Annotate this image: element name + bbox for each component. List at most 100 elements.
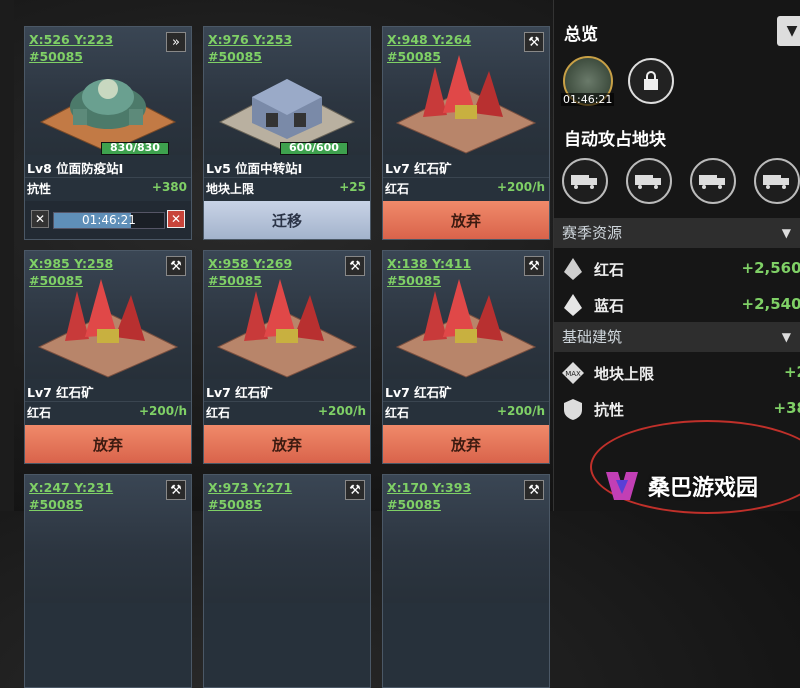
resource-label: 红石	[594, 259, 624, 280]
upgrade-timer-row: ✕ 01:46:21 ✕	[25, 201, 191, 239]
watermark-logo	[602, 466, 642, 506]
hero-timer: 01:46:21	[561, 93, 614, 106]
timer-text: 01:46:21	[54, 213, 164, 228]
coordinate-link[interactable]: X:976 Y:253	[208, 31, 292, 48]
auto-attack-title: 自动攻占地块	[564, 125, 666, 150]
territory-id-link[interactable]: #50085	[387, 272, 441, 289]
truck-icon[interactable]	[754, 158, 800, 204]
left-edge-strip	[0, 0, 14, 511]
building-label: 地块上限	[594, 363, 654, 384]
resource-row: 红石 +2,560/	[554, 252, 800, 286]
cancel-icon[interactable]: ✕	[167, 210, 185, 228]
territory-id-link[interactable]: #50085	[208, 48, 262, 65]
building-name: Lv7 红石矿	[385, 158, 452, 177]
move-button[interactable]: 迁移	[204, 201, 370, 239]
territory-id-link[interactable]: #50085	[387, 496, 441, 513]
building-name: Lv7 红石矿	[27, 382, 94, 401]
lock-icon[interactable]	[628, 58, 674, 104]
stat-label: 地块上限	[206, 180, 254, 197]
hp-text: 830/830	[102, 141, 168, 154]
stat-label: 抗性	[27, 180, 51, 197]
stat-label: 红石	[27, 404, 51, 421]
territory-id-link[interactable]: #50085	[208, 496, 262, 513]
building-name: Lv7 红石矿	[206, 382, 273, 401]
territory-card[interactable]: X:138 Y:411 #50085 ⚒ Lv7 红石矿 红石 +200/h 放…	[382, 250, 550, 464]
building-value: +38	[774, 399, 800, 417]
resource-value: +2,540/	[742, 295, 800, 313]
hp-text: 600/600	[281, 141, 347, 154]
territory-card[interactable]: X:985 Y:258 #50085 ⚒ Lv7 红石矿 红石 +200/h 放…	[24, 250, 192, 464]
resource-value: +2,560/	[742, 259, 800, 277]
territory-id-link[interactable]: #50085	[387, 48, 441, 65]
territory-card[interactable]: X:976 Y:253 #50085 600/600 Lv5 位面中转站I 地块…	[203, 26, 371, 240]
lock-icon	[641, 70, 661, 92]
coordinate-link[interactable]: X:948 Y:264	[387, 31, 471, 48]
stat-label: 红石	[385, 404, 409, 421]
territory-id-link[interactable]: #50085	[29, 272, 83, 289]
hp-bar: 830/830	[101, 142, 169, 155]
season-resources-label: 赛季资源	[562, 224, 622, 242]
truck-icon[interactable]	[626, 158, 672, 204]
basic-buildings-label: 基础建筑	[562, 328, 622, 346]
tools-icon[interactable]: ⚒	[345, 480, 365, 500]
divider	[204, 401, 370, 402]
coordinate-link[interactable]: X:526 Y:223	[29, 31, 113, 48]
abandon-button[interactable]: 放弃	[383, 201, 549, 239]
tools-icon[interactable]: ⚒	[166, 256, 186, 276]
chevron-down-icon: ▼	[782, 218, 791, 248]
territory-id-link[interactable]: #50085	[29, 496, 83, 513]
abandon-button[interactable]: 放弃	[204, 425, 370, 463]
season-resources-header[interactable]: 赛季资源 ▼	[554, 218, 800, 248]
stat-value: +200/h	[318, 404, 366, 418]
truck-icon[interactable]	[690, 158, 736, 204]
stat-label: 红石	[206, 404, 230, 421]
svg-text:MAX: MAX	[565, 370, 581, 378]
divider	[383, 401, 549, 402]
tools-icon[interactable]: ⚒	[524, 32, 544, 52]
coordinate-link[interactable]: X:247 Y:231	[29, 479, 113, 496]
territory-id-link[interactable]: #50085	[208, 272, 262, 289]
tools-icon[interactable]: ⚒	[524, 256, 544, 276]
watermark-text: 桑巴游戏园	[648, 470, 758, 502]
coordinate-link[interactable]: X:973 Y:271	[208, 479, 292, 496]
territory-card[interactable]: X:958 Y:269 #50085 ⚒ Lv7 红石矿 红石 +200/h 放…	[203, 250, 371, 464]
building-label: 抗性	[594, 399, 624, 420]
divider	[25, 401, 191, 402]
territory-card[interactable]: X:247 Y:231 #50085 ⚒	[24, 474, 192, 688]
coordinate-link[interactable]: X:170 Y:393	[387, 479, 471, 496]
coordinate-link[interactable]: X:985 Y:258	[29, 255, 113, 272]
tools-icon[interactable]: ⚒	[166, 480, 186, 500]
territory-card[interactable]: X:170 Y:393 #50085 ⚒	[382, 474, 550, 688]
tools-icon[interactable]: ✕	[31, 210, 49, 228]
abandon-button[interactable]: 放弃	[25, 425, 191, 463]
territory-card[interactable]: X:973 Y:271 #50085 ⚒	[203, 474, 371, 688]
divider	[25, 177, 191, 178]
max-icon: MAX	[562, 362, 584, 384]
territory-id-link[interactable]: #50085	[29, 48, 83, 65]
resource-label: 蓝石	[594, 295, 624, 316]
tools-icon[interactable]: ⚒	[345, 256, 365, 276]
panel-title: 总览	[564, 20, 598, 45]
building-name: Lv8 位面防疫站I	[27, 158, 123, 177]
shield-icon	[562, 398, 584, 420]
filter-icon[interactable]: ▼	[777, 16, 800, 46]
watermark: 桑巴游戏园	[602, 464, 792, 508]
hp-bar: 600/600	[280, 142, 348, 155]
stat-label: 红石	[385, 180, 409, 197]
truck-slots	[562, 158, 800, 204]
basic-buildings-header[interactable]: 基础建筑 ▼	[554, 322, 800, 352]
timer-bar: 01:46:21	[53, 212, 165, 229]
divider	[204, 177, 370, 178]
resource-row: 蓝石 +2,540/	[554, 288, 800, 322]
building-name: Lv7 红石矿	[385, 382, 452, 401]
abandon-button[interactable]: 放弃	[383, 425, 549, 463]
chevron-down-icon: ▼	[782, 322, 791, 352]
truck-icon[interactable]	[562, 158, 608, 204]
fast-forward-icon[interactable]: »	[166, 32, 186, 52]
tools-icon[interactable]: ⚒	[524, 480, 544, 500]
territory-card[interactable]: X:526 Y:223 #50085 » 830/830 Lv8 位面防疫站I …	[24, 26, 192, 240]
blue-crystal-icon	[562, 294, 584, 316]
coordinate-link[interactable]: X:958 Y:269	[208, 255, 292, 272]
territory-card[interactable]: X:948 Y:264 #50085 ⚒ Lv7 红石矿 红石 +200/h 放…	[382, 26, 550, 240]
coordinate-link[interactable]: X:138 Y:411	[387, 255, 471, 272]
